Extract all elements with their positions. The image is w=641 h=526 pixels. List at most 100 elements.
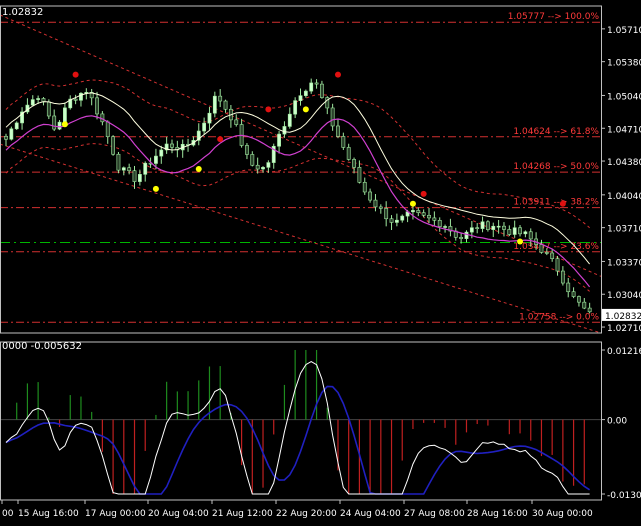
candle-body[interactable] (395, 220, 398, 222)
candle-body[interactable] (486, 222, 489, 230)
fib-level-label: 1.02758 --> 0.0% (519, 312, 599, 322)
candle-body[interactable] (374, 200, 377, 207)
chart-window[interactable]: 1.05777 --> 100.0%1.04624 --> 61.8%1.042… (0, 0, 641, 522)
candle-body[interactable] (288, 114, 291, 126)
candle-body[interactable] (465, 232, 468, 239)
candle-body[interactable] (320, 84, 323, 97)
candle-body[interactable] (63, 108, 66, 122)
chart-canvas[interactable]: 1.05777 --> 100.0%1.04624 --> 61.8%1.042… (0, 0, 641, 522)
candle-body[interactable] (294, 101, 297, 115)
candle-body[interactable] (385, 208, 388, 218)
candle-body[interactable] (58, 122, 61, 129)
candle-body[interactable] (203, 123, 206, 131)
candle-body[interactable] (256, 165, 259, 169)
candle-body[interactable] (567, 283, 570, 292)
candle-body[interactable] (513, 228, 516, 235)
candle-body[interactable] (111, 137, 114, 155)
candle-body[interactable] (10, 129, 13, 139)
candle-body[interactable] (540, 245, 543, 253)
candle-body[interactable] (331, 108, 334, 126)
candle-body[interactable] (53, 116, 56, 129)
candle-body[interactable] (545, 252, 548, 253)
price-pane[interactable]: 1.05777 --> 100.0%1.04624 --> 61.8%1.042… (0, 12, 601, 333)
candle-body[interactable] (417, 210, 420, 212)
candle-body[interactable] (411, 210, 414, 211)
candle-body[interactable] (261, 167, 264, 169)
candle-body[interactable] (245, 145, 248, 154)
candle-body[interactable] (561, 271, 564, 283)
osc-axis-label: 0.00 (607, 417, 627, 427)
candle-body[interactable] (122, 168, 125, 170)
candle-body[interactable] (358, 167, 361, 182)
candle-body[interactable] (481, 222, 484, 229)
candle-body[interactable] (315, 83, 318, 84)
candle-body[interactable] (219, 96, 222, 101)
candle-body[interactable] (588, 308, 591, 312)
candle-body[interactable] (224, 101, 227, 109)
magenta-moving-average (6, 116, 590, 287)
candle-body[interactable] (4, 136, 7, 139)
candle-body[interactable] (235, 120, 238, 125)
candle-body[interactable] (95, 98, 98, 114)
candle-body[interactable] (497, 226, 500, 227)
candle-body[interactable] (336, 126, 339, 136)
candle-body[interactable] (128, 168, 131, 171)
candle-body[interactable] (342, 136, 345, 147)
time-axis-label: 20 Aug 04:00 (148, 509, 209, 519)
candle-body[interactable] (299, 96, 302, 101)
price-axis-label: 1.04380 (607, 158, 641, 168)
candle-body[interactable] (492, 226, 495, 229)
candle-body[interactable] (401, 216, 404, 220)
candle-body[interactable] (208, 113, 211, 123)
candle-body[interactable] (551, 253, 554, 259)
candle-body[interactable] (572, 292, 575, 297)
fractal-up-marker (335, 72, 341, 78)
candle-body[interactable] (47, 102, 50, 116)
candle-body[interactable] (433, 218, 436, 220)
candle-body[interactable] (583, 302, 586, 308)
candle-body[interactable] (117, 154, 120, 170)
candle-body[interactable] (577, 297, 580, 303)
candle-body[interactable] (460, 237, 463, 238)
candle-body[interactable] (422, 213, 425, 216)
candle-body[interactable] (170, 144, 173, 147)
candle-body[interactable] (352, 159, 355, 167)
candle-body[interactable] (502, 226, 505, 229)
fractal-up-marker (421, 191, 427, 197)
candle-body[interactable] (508, 229, 511, 234)
candle-body[interactable] (277, 134, 280, 146)
candle-body[interactable] (529, 232, 532, 239)
candle-body[interactable] (144, 163, 147, 174)
candle-body[interactable] (37, 99, 40, 100)
candle-body[interactable] (363, 182, 366, 192)
candle-body[interactable] (438, 220, 441, 226)
candle-body[interactable] (31, 100, 34, 105)
candle-body[interactable] (213, 96, 216, 113)
fib-level-label: 1.03467 --> 23.6% (513, 242, 599, 252)
candle-body[interactable] (154, 156, 157, 163)
oscillator-header-label: 0000 -0.005632 (2, 341, 82, 352)
candle-body[interactable] (470, 228, 473, 232)
oscillator-pane[interactable] (0, 350, 601, 494)
candle-body[interactable] (443, 226, 446, 227)
candle-body[interactable] (251, 154, 254, 165)
candle-body[interactable] (133, 171, 136, 182)
candle-body[interactable] (74, 99, 77, 100)
candle-body[interactable] (369, 192, 372, 200)
candle-body[interactable] (283, 126, 286, 134)
candle-body[interactable] (15, 123, 18, 129)
candle-body[interactable] (160, 150, 163, 156)
candle-body[interactable] (347, 147, 350, 159)
candle-body[interactable] (379, 207, 382, 208)
candle-body[interactable] (390, 219, 393, 223)
candle-body[interactable] (556, 259, 559, 271)
candle-body[interactable] (427, 215, 430, 218)
candle-body[interactable] (267, 163, 270, 168)
candle-body[interactable] (476, 228, 479, 229)
candle-body[interactable] (304, 91, 307, 96)
candle-body[interactable] (524, 232, 527, 234)
candle-body[interactable] (310, 83, 313, 91)
candle-body[interactable] (518, 228, 521, 234)
candle-body[interactable] (106, 122, 109, 137)
candle-body[interactable] (138, 174, 141, 181)
